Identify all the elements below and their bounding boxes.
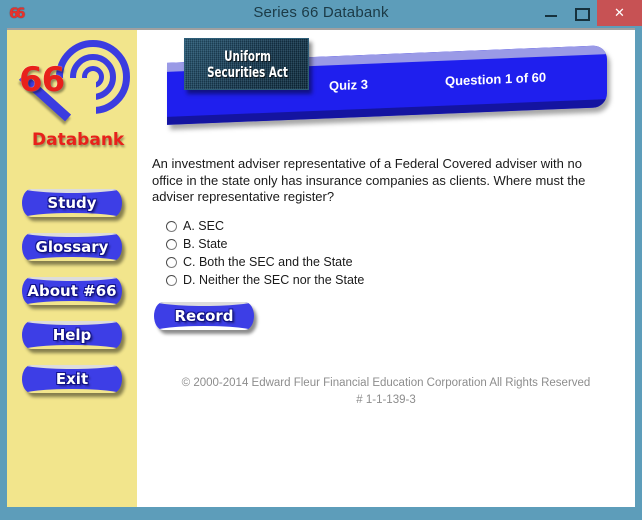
answer-option-a[interactable]: A. SEC (166, 218, 596, 236)
radio-button-a[interactable] (166, 221, 177, 232)
question-text: An investment adviser representative of … (152, 156, 586, 204)
answer-option-d[interactable]: D. Neither the SEC nor the State (166, 272, 596, 290)
plate-line-2: Securities Act (207, 65, 288, 81)
sidebar-item-label: Help (52, 326, 92, 344)
answer-option-b[interactable]: B. State (166, 236, 596, 254)
header-banner: Quiz 3 Question 1 of 60 Uniform Securiti… (137, 34, 617, 144)
radio-button-d[interactable] (166, 275, 177, 286)
copyright-line: © 2000-2014 Edward Fleur Financial Educa… (181, 377, 591, 389)
main-content: Quiz 3 Question 1 of 60 Uniform Securiti… (137, 30, 635, 507)
sidebar: 66 Databank Study Glossary About #66 Hel… (7, 30, 137, 507)
question-counter: Question 1 of 60 (445, 69, 547, 89)
databank-logo: 66 Databank (10, 32, 137, 162)
radio-button-b[interactable] (166, 239, 177, 250)
sidebar-item-label: Glossary (35, 238, 109, 256)
sidebar-item-label: Study (47, 194, 97, 212)
target-rings-icon (56, 40, 130, 122)
question-id-line: # 1-1-139-3 (356, 394, 416, 406)
copyright-footer: © 2000-2014 Edward Fleur Financial Educa… (137, 375, 635, 408)
sidebar-item-study[interactable]: Study (22, 189, 122, 217)
close-button[interactable]: ✕ (597, 0, 642, 26)
record-button[interactable]: Record (154, 302, 254, 330)
radio-button-c[interactable] (166, 257, 177, 268)
minimize-icon (545, 15, 557, 17)
answer-options: A. SEC B. State C. Both the SEC and the … (166, 218, 596, 290)
record-button-label: Record (174, 307, 234, 325)
sidebar-item-about[interactable]: About #66 (22, 277, 122, 305)
sidebar-item-label: About #66 (27, 282, 117, 300)
answer-label-c: C. Both the SEC and the State (183, 255, 353, 269)
client-area: 66 Databank Study Glossary About #66 Hel… (7, 28, 635, 507)
answer-label-b: B. State (183, 237, 228, 251)
application-window: 66 Series 66 Databank ✕ 66 Databank Stud… (0, 0, 642, 520)
logo-number: 66 (19, 60, 65, 100)
answer-option-c[interactable]: C. Both the SEC and the State (166, 254, 596, 272)
quiz-label: Quiz 3 (329, 76, 369, 94)
sidebar-item-exit[interactable]: Exit (22, 365, 122, 393)
minimize-button[interactable] (536, 0, 566, 26)
logo-wordmark: Databank (32, 130, 125, 150)
plate-line-1: Uniform (224, 49, 271, 65)
answer-label-d: D. Neither the SEC nor the State (183, 273, 365, 287)
title-bar: 66 Series 66 Databank ✕ (0, 0, 642, 28)
maximize-icon (575, 8, 590, 21)
uniform-securities-act-plate: Uniform Securities Act (184, 38, 309, 90)
sidebar-item-help[interactable]: Help (22, 321, 122, 349)
sidebar-item-glossary[interactable]: Glossary (22, 233, 122, 261)
sidebar-item-label: Exit (55, 370, 89, 388)
maximize-button[interactable] (566, 0, 596, 26)
answer-label-a: A. SEC (183, 219, 224, 233)
close-icon: ✕ (614, 5, 625, 20)
